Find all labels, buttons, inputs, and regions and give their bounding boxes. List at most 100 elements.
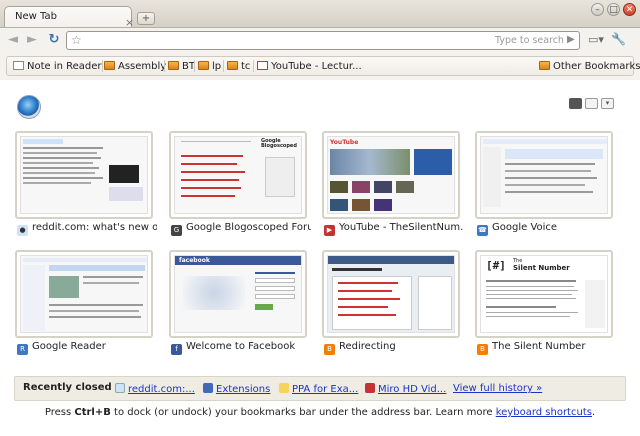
- page-icon: [13, 61, 24, 70]
- page-preview: [20, 136, 148, 214]
- reddit-icon: [115, 383, 125, 393]
- reload-button[interactable]: ↻: [45, 32, 63, 48]
- tip-text: to dock (or undock) your bookmarks bar u…: [110, 407, 496, 418]
- omnibox[interactable]: ☆ Type to search ▶: [66, 31, 580, 50]
- page-menu-icon[interactable]: ▭▾: [588, 33, 604, 46]
- thumbnail-youtube[interactable]: YouTube: [322, 131, 460, 219]
- thumbnail-title-text: Welcome to Facebook: [186, 341, 296, 352]
- address-input[interactable]: [89, 34, 529, 47]
- blogoscoped-icon: G: [171, 225, 182, 236]
- bookmark-folder-bt[interactable]: BT: [168, 61, 195, 72]
- tab-new-tab[interactable]: New Tab ×: [4, 6, 134, 28]
- page-preview: facebook: [174, 255, 302, 333]
- page-preview: [#] The Silent Number: [480, 255, 608, 333]
- thumbnail-title-text: Redirecting: [339, 341, 396, 352]
- separator: [223, 60, 224, 72]
- thumbnail-title-text: YouTube - TheSilentNum...: [339, 222, 464, 233]
- silent-number-name: Silent Number: [513, 264, 570, 272]
- recently-closed-ppa[interactable]: PPA for Exa...: [279, 383, 358, 395]
- thumbnail-title-google-reader[interactable]: R Google Reader: [17, 341, 157, 355]
- recently-closed-link-text: PPA for Exa...: [292, 384, 359, 395]
- bookmark-folder-assembly[interactable]: Assembly: [104, 61, 166, 72]
- thumbnail-view-icon[interactable]: [569, 98, 582, 109]
- list-view-icon[interactable]: [585, 98, 598, 109]
- thumbnail-google-reader[interactable]: [15, 250, 153, 338]
- separator: [102, 60, 103, 72]
- puzzle-icon: [203, 383, 213, 393]
- separator: [164, 60, 165, 72]
- voice-icon: ☎: [477, 225, 488, 236]
- bookmarks-bar: Note in Reader Assembly BT lp tc YouTube…: [0, 52, 640, 80]
- thumbnail-title-text: Google Reader: [32, 341, 106, 352]
- bookmarks-bar-inner: Note in Reader Assembly BT lp tc YouTube…: [6, 56, 640, 76]
- thumbnail-title-blogoscoped[interactable]: G Google Blogoscoped Forum: [171, 222, 311, 236]
- new-tab-page: ▾ Google Blogoscoped YouTube ● reddit.co…: [0, 80, 640, 436]
- thumbnail-title-facebook[interactable]: f Welcome to Facebook: [171, 341, 311, 355]
- youtube-logo: YouTube: [330, 139, 359, 146]
- miro-icon: [365, 383, 375, 393]
- thumbnail-title-silent-number[interactable]: B The Silent Number: [477, 341, 617, 355]
- bookmark-label: YouTube - Lectur...: [271, 61, 362, 72]
- thumbnail-title-youtube[interactable]: ▶ YouTube - TheSilentNum...: [324, 222, 464, 236]
- facebook-icon: f: [171, 344, 182, 355]
- separator: [253, 60, 254, 72]
- facebook-logo: facebook: [179, 257, 210, 264]
- folder-icon: [227, 61, 238, 70]
- keyboard-shortcuts-link[interactable]: keyboard shortcuts: [496, 407, 592, 418]
- thumbnail-redirecting[interactable]: [322, 250, 460, 338]
- maximize-button[interactable]: □: [607, 3, 620, 16]
- new-tab-button[interactable]: +: [137, 12, 155, 25]
- recently-closed-label: Recently closed: [23, 382, 112, 393]
- thumbnail-title-text: The Silent Number: [492, 341, 586, 352]
- thumbnail-title-google-voice[interactable]: ☎ Google Voice: [477, 222, 617, 236]
- recently-closed-extensions[interactable]: Extensions: [203, 383, 270, 395]
- star-icon[interactable]: ☆: [71, 33, 82, 47]
- thumbnail-facebook[interactable]: facebook: [169, 250, 307, 338]
- back-button[interactable]: ◄: [4, 32, 22, 48]
- bookmark-label: lp: [212, 61, 222, 72]
- bookmarks-tip: Press Ctrl+B to dock (or undock) your bo…: [0, 407, 640, 418]
- silent-number-logo: [#]: [486, 259, 506, 272]
- tip-text: .: [591, 407, 596, 418]
- wrench-icon[interactable]: 🔧: [611, 32, 626, 46]
- recently-closed-link-text: Extensions: [216, 384, 271, 395]
- bookmark-folder-tc[interactable]: tc: [227, 61, 250, 72]
- thumbnail-title-text: Google Blogoscoped Forum: [186, 222, 311, 233]
- tip-shortcut: Ctrl+B: [74, 407, 111, 418]
- folder-icon: [198, 61, 209, 70]
- blogger-icon: B: [477, 344, 488, 355]
- minimize-button[interactable]: –: [591, 3, 604, 16]
- bookmark-youtube-lecture[interactable]: YouTube - Lectur...: [257, 61, 362, 72]
- view-full-history-link[interactable]: View full history »: [453, 383, 542, 394]
- forward-button[interactable]: ►: [23, 32, 41, 48]
- bookmark-folder-lp[interactable]: lp: [198, 61, 221, 72]
- recently-closed-miro[interactable]: Miro HD Vid...: [365, 383, 446, 395]
- blogoscoped-logo: Google Blogoscoped: [261, 138, 297, 149]
- view-menu-icon[interactable]: ▾: [601, 98, 614, 109]
- bookmark-note-in-reader[interactable]: Note in Reader: [13, 61, 102, 72]
- thumbnail-blogoscoped[interactable]: Google Blogoscoped: [169, 131, 307, 219]
- other-bookmarks[interactable]: Other Bookmarks: [539, 61, 640, 72]
- bookmark-label: tc: [241, 61, 251, 72]
- youtube-icon: ▶: [324, 225, 335, 236]
- recently-closed-reddit[interactable]: reddit.com:...: [115, 383, 195, 395]
- page-preview: [20, 255, 148, 333]
- go-icon[interactable]: ▶: [567, 34, 575, 45]
- folder-icon: [539, 61, 550, 70]
- page-preview: [327, 255, 455, 333]
- thumbnail-title-reddit[interactable]: ● reddit.com: what's new o...: [17, 222, 157, 236]
- bookmark-label: Other Bookmarks: [553, 61, 640, 72]
- thumbnail-title-redirecting[interactable]: B Redirecting: [324, 341, 464, 355]
- recently-closed-bar: Recently closed reddit.com:... Extension…: [14, 376, 626, 401]
- tip-text: Press: [44, 407, 75, 418]
- page-preview: Google Blogoscoped: [174, 136, 302, 214]
- thumbnail-reddit[interactable]: [15, 131, 153, 219]
- thumbnail-silent-number[interactable]: [#] The Silent Number: [475, 250, 613, 338]
- thumbnail-google-voice[interactable]: [475, 131, 613, 219]
- blogger-icon: B: [324, 344, 335, 355]
- close-window-button[interactable]: ✕: [623, 3, 636, 16]
- page-preview: YouTube: [327, 136, 455, 214]
- separator: [194, 60, 195, 72]
- launchpad-icon: [279, 383, 289, 393]
- bookmark-label: Assembly: [118, 61, 167, 72]
